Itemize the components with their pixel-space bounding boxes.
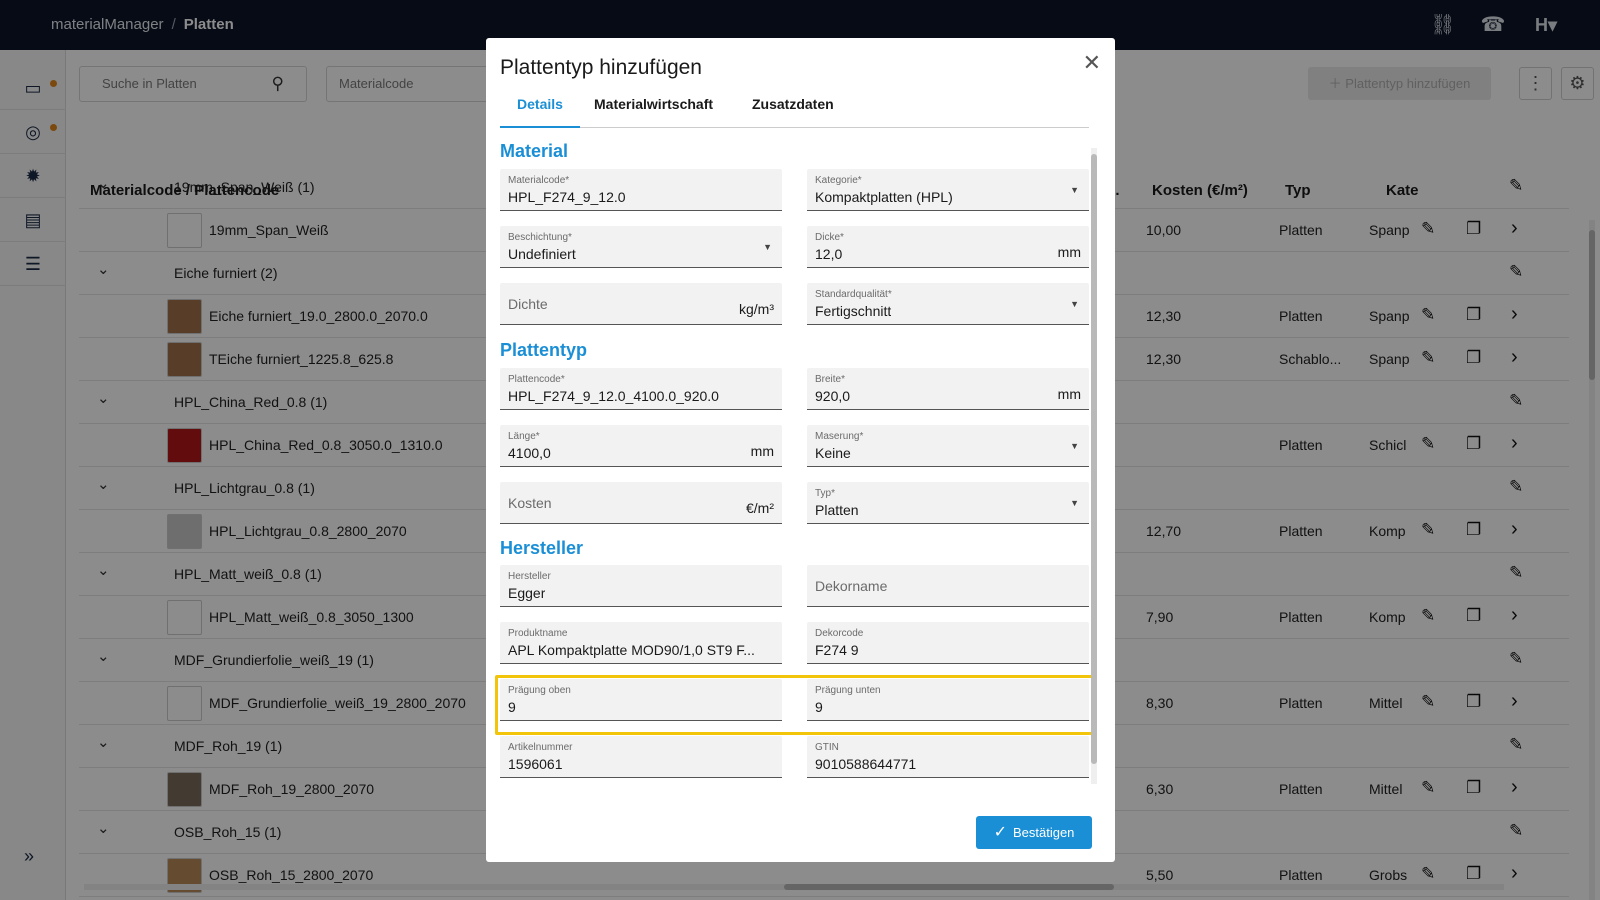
kategorie-select[interactable]: Kategorie* Kompaktplatten (HPL) ▼ [807, 169, 1089, 211]
dialog-scrollbar[interactable] [1091, 148, 1097, 784]
laenge-field[interactable]: Länge* 4100,0 mm [500, 425, 782, 467]
field-label: Beschichtung* [508, 232, 572, 243]
beschichtung-select[interactable]: Beschichtung* Undefiniert ▼ [500, 226, 782, 268]
field-placeholder: Kosten [508, 495, 552, 511]
field-label: Maserung* [815, 431, 864, 442]
field-placeholder: Dichte [508, 296, 548, 312]
field-value: 920,0 [815, 388, 851, 404]
field-value: Kompaktplatten (HPL) [815, 189, 953, 205]
maserung-select[interactable]: Maserung* Keine ▼ [807, 425, 1089, 467]
dropdown-caret-icon: ▼ [763, 242, 772, 252]
field-label: Dekorcode [815, 628, 864, 639]
dichte-field[interactable]: Dichte kg/m³ [500, 283, 782, 325]
field-label: Breite* [815, 374, 846, 385]
field-label: Plattencode* [508, 374, 565, 385]
highlight-box [495, 675, 1096, 735]
gtin-field[interactable]: GTIN 9010588644771 [807, 736, 1089, 778]
dropdown-caret-icon: ▼ [1070, 299, 1079, 309]
plattencode-field[interactable]: Plattencode* HPL_F274_9_12.0_4100.0_920.0 [500, 368, 782, 410]
produktname-field[interactable]: Produktname APL Kompaktplatte MOD90/1,0 S… [500, 622, 782, 664]
dekorcode-field[interactable]: Dekorcode F274 9 [807, 622, 1089, 664]
section-plattentyp: Plattentyp [500, 340, 588, 360]
field-value: Egger [508, 585, 546, 601]
field-label: Artikelnummer [508, 742, 573, 753]
field-label: Typ* [815, 488, 836, 499]
field-unit: mm [1057, 244, 1081, 260]
typ-select[interactable]: Typ* Platten ▼ [807, 482, 1089, 524]
dicke-field[interactable]: Dicke* 12,0 mm [807, 226, 1089, 268]
add-board-type-dialog: Plattentyp hinzufügen ✕ Details Material… [486, 38, 1115, 862]
scroll-thumb[interactable] [1091, 154, 1097, 764]
dropdown-caret-icon: ▼ [1070, 185, 1079, 195]
dekorname-field[interactable]: Dekorname [807, 565, 1089, 607]
field-unit: mm [750, 443, 774, 459]
field-value: Fertigschnitt [815, 303, 892, 319]
field-placeholder: Dekorname [815, 578, 888, 594]
tab-details[interactable]: Details [500, 96, 580, 128]
field-value: HPL_F274_9_12.0_4100.0_920.0 [508, 388, 719, 404]
section-material: Material [500, 141, 569, 161]
tab-materialwirtschaft[interactable]: Materialwirtschaft [594, 96, 713, 128]
field-label: GTIN [815, 742, 839, 753]
tab-zusatzdaten[interactable]: Zusatzdaten [752, 96, 834, 128]
check-icon: ✓ [993, 824, 1007, 841]
field-value: F274 9 [815, 642, 859, 658]
dropdown-caret-icon: ▼ [1070, 498, 1079, 508]
dialog-tabs: Details Materialwirtschaft Zusatzdaten [500, 92, 1089, 128]
field-unit: mm [1057, 386, 1081, 402]
confirm-label: Bestätigen [1012, 825, 1075, 840]
field-unit: kg/m³ [739, 301, 774, 317]
field-value: Keine [815, 445, 851, 461]
dropdown-caret-icon: ▼ [1070, 441, 1079, 451]
artikelnummer-field[interactable]: Artikelnummer 1596061 [500, 736, 782, 778]
kosten-field[interactable]: Kosten €/m² [500, 482, 782, 524]
field-unit: €/m² [746, 500, 774, 516]
field-value: 9010588644771 [815, 756, 917, 772]
field-label: Hersteller [508, 571, 551, 582]
hersteller-field[interactable]: Hersteller Egger [500, 565, 782, 607]
field-value: Platten [815, 502, 859, 518]
materialcode-field[interactable]: Materialcode* HPL_F274_9_12.0 [500, 169, 782, 211]
field-value: APL Kompaktplatte MOD90/1,0 ST9 F... [508, 642, 755, 658]
standardqualitaet-select[interactable]: Standardqualität* Fertigschnitt ▼ [807, 283, 1089, 325]
field-label: Materialcode* [508, 175, 570, 186]
field-value: 12,0 [815, 246, 843, 262]
field-value: 1596061 [508, 756, 563, 772]
field-label: Produktname [508, 628, 568, 639]
field-label: Länge* [508, 431, 540, 442]
field-label: Standardqualität* [815, 289, 892, 300]
field-value: 4100,0 [508, 445, 551, 461]
field-value: Undefiniert [508, 246, 576, 262]
breite-field[interactable]: Breite* 920,0 mm [807, 368, 1089, 410]
confirm-button[interactable]: ✓ Bestätigen [976, 816, 1092, 849]
close-icon[interactable]: ✕ [1083, 50, 1101, 76]
field-label: Kategorie* [815, 175, 862, 186]
field-value: HPL_F274_9_12.0 [508, 189, 626, 205]
field-label: Dicke* [815, 232, 844, 243]
dialog-title: Plattentyp hinzufügen [500, 56, 702, 79]
section-hersteller: Hersteller [500, 538, 584, 558]
